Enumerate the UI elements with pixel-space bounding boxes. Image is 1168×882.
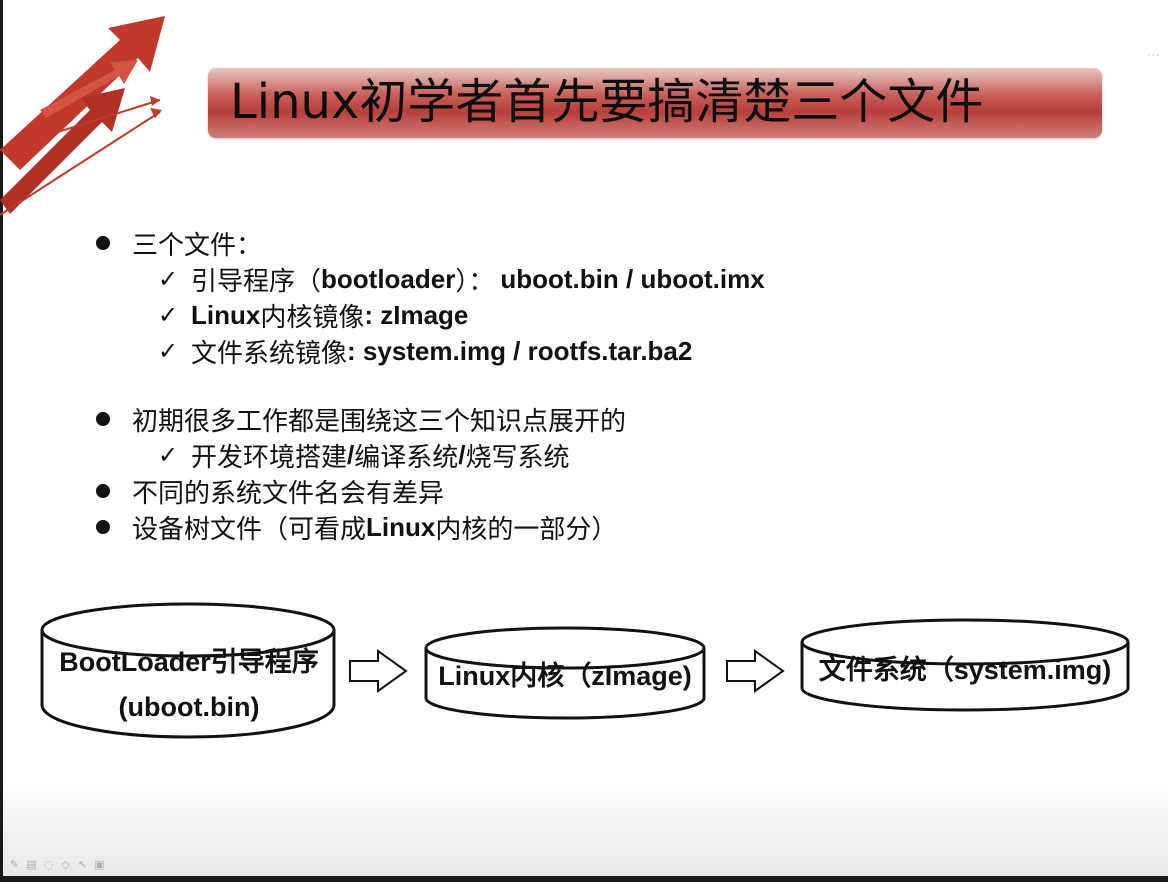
bullet-label: 内核的一部分） bbox=[435, 514, 618, 545]
screen-icon[interactable]: ▣ bbox=[93, 858, 106, 871]
bullet-label: 初期很多工作都是围绕这三个知识点展开的 bbox=[132, 406, 627, 437]
sub-bold: / bbox=[458, 439, 466, 470]
node-filesystem-label: 文件系统（system.img) bbox=[818, 655, 1112, 685]
sub-bold: bootloader bbox=[321, 263, 456, 294]
sub-bootloader: ✓ 引导程序（ bootloader ）： uboot.bin / uboot.… bbox=[155, 262, 765, 297]
presentation-toolbar: ✎ ▤ ◌ ◇ ↖ ▣ bbox=[8, 856, 106, 872]
sub-text: 文件系统镜像 bbox=[191, 338, 348, 369]
sub-bold: uboot.bin / uboot.imx bbox=[500, 263, 765, 294]
check-icon: ✓ bbox=[157, 301, 179, 329]
bullet-dot-icon bbox=[96, 520, 110, 534]
sub-bold: Linux bbox=[191, 299, 261, 330]
bullet-device-tree: 设备树文件（可看成 Linux 内核的一部分） bbox=[96, 510, 618, 545]
sub-bold: : system.img / rootfs.tar.ba2 bbox=[347, 335, 693, 366]
bullet-dot-icon bbox=[96, 412, 110, 426]
bullet-dot-icon bbox=[96, 484, 110, 498]
sub-kernel-image: ✓ Linux 内核镜像 : zImage bbox=[155, 298, 469, 333]
bullet-bold: Linux bbox=[366, 511, 436, 542]
note-icon[interactable]: ▤ bbox=[25, 858, 38, 871]
sub-fs-image: ✓ 文件系统镜像 : system.img / rootfs.tar.ba2 bbox=[155, 334, 693, 369]
check-icon: ✓ bbox=[157, 337, 179, 365]
bullet-three-files: 三个文件： bbox=[96, 226, 263, 261]
sub-text: 内核镜像 bbox=[260, 302, 365, 333]
bullet-label: 不同的系统文件名会有差异 bbox=[132, 478, 445, 509]
sub-text: 编译系统 bbox=[354, 442, 459, 473]
pointer-icon[interactable]: ↖ bbox=[76, 858, 89, 871]
sub-text: ）： bbox=[455, 266, 495, 297]
corner-watermark: ... bbox=[1146, 44, 1160, 60]
check-icon: ✓ bbox=[157, 265, 179, 293]
sub-bold: : zImage bbox=[364, 299, 469, 330]
window-frame-bottom bbox=[0, 876, 1168, 882]
sub-text: 引导程序（ bbox=[191, 266, 322, 297]
bullet-label: 三个文件： bbox=[132, 230, 263, 261]
eraser-icon[interactable]: ◌ bbox=[42, 858, 55, 871]
node-kernel-label: Linux内核（zImage) bbox=[438, 661, 692, 691]
sub-text: 开发环境搭建 bbox=[191, 442, 348, 473]
sub-dev-env: ✓ 开发环境搭建 / 编译系统 / 烧写系统 bbox=[155, 438, 570, 473]
check-icon: ✓ bbox=[157, 441, 179, 469]
slide-bottom-fade bbox=[3, 780, 1168, 876]
highlighter-icon[interactable]: ◇ bbox=[59, 858, 72, 871]
logo-arrows-icon bbox=[0, 16, 165, 216]
node-bootloader-line2: (uboot.bin) bbox=[118, 692, 260, 722]
bullet-dot-icon bbox=[96, 236, 110, 250]
sub-text: 烧写系统 bbox=[465, 442, 570, 473]
pen-icon[interactable]: ✎ bbox=[8, 858, 21, 871]
bullet-label: 设备树文件（可看成 bbox=[132, 514, 367, 545]
sub-bold: / bbox=[347, 439, 355, 470]
bullet-early-work: 初期很多工作都是围绕这三个知识点展开的 bbox=[96, 402, 627, 437]
flow-arrow-1-icon bbox=[349, 649, 408, 693]
bullet-names-differ: 不同的系统文件名会有差异 bbox=[96, 474, 445, 509]
title-bar: Linux初学者首先要搞清楚三个文件 bbox=[208, 68, 1102, 138]
node-bootloader-line1: BootLoader引导程序 bbox=[59, 647, 319, 677]
slide-title: Linux初学者首先要搞清楚三个文件 bbox=[230, 74, 984, 130]
flow-arrow-2-icon bbox=[726, 649, 785, 693]
